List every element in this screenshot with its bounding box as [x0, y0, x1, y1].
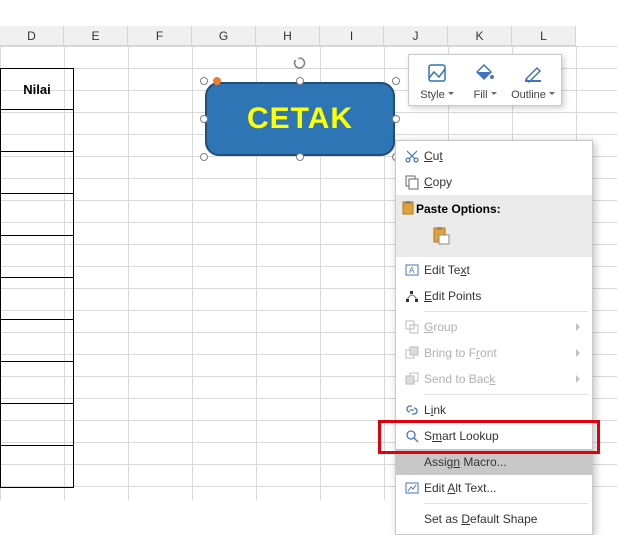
link-icon: [400, 402, 424, 418]
column-header-J[interactable]: J: [384, 26, 448, 46]
menu-assign-macro[interactable]: Assign Macro...: [396, 449, 592, 475]
menu-assign-macro-label: Assign Macro...: [424, 455, 584, 469]
menu-link-label: Link: [424, 403, 584, 417]
menu-edit-text-label: Edit Text: [424, 263, 584, 277]
edit-points-icon: [400, 288, 424, 304]
fill-label: Fill: [463, 89, 507, 101]
chevron-right-icon: [576, 375, 584, 383]
menu-link[interactable]: Link: [396, 397, 592, 423]
table-row[interactable]: [0, 362, 74, 404]
paste-icon: [400, 200, 416, 219]
menu-group: Group: [396, 314, 592, 340]
menu-cut-label: Cut: [424, 149, 584, 163]
column-header-E[interactable]: E: [64, 26, 128, 46]
shape-body[interactable]: CETAK: [205, 82, 395, 156]
outline-label: Outline: [511, 89, 555, 101]
resize-handle[interactable]: [200, 77, 208, 85]
menu-paste-options: Paste Options:: [396, 195, 592, 257]
menu-edit-text[interactable]: A Edit Text: [396, 257, 592, 283]
style-button[interactable]: Style: [415, 59, 459, 101]
paste-as-picture-button[interactable]: [428, 223, 454, 249]
column-header-K[interactable]: K: [448, 26, 512, 46]
resize-handle[interactable]: [296, 77, 304, 85]
rotate-handle-icon[interactable]: [293, 56, 307, 70]
menu-copy-label: Copy: [424, 175, 584, 189]
group-icon: [400, 319, 424, 335]
table-row[interactable]: [0, 320, 74, 362]
shape-text: CETAK: [247, 102, 353, 136]
menu-send-back-label: Send to Back: [424, 372, 576, 386]
menu-smart-lookup-label: Smart Lookup: [424, 429, 584, 443]
resize-handle[interactable]: [296, 153, 304, 161]
cut-icon: [400, 148, 424, 164]
table-row[interactable]: [0, 404, 74, 446]
menu-separator: [424, 503, 588, 504]
outline-icon: [511, 59, 555, 87]
table-row[interactable]: [0, 236, 74, 278]
copy-icon: [400, 174, 424, 190]
menu-cut[interactable]: Cut: [396, 143, 592, 169]
menu-edit-points-label: Edit Points: [424, 289, 584, 303]
shape-cetak[interactable]: CETAK: [205, 82, 395, 156]
menu-default-shape[interactable]: Set as Default Shape: [396, 506, 592, 532]
smart-lookup-icon: [400, 428, 424, 444]
column-header-H[interactable]: H: [256, 26, 320, 46]
style-label: Style: [415, 89, 459, 101]
table-row[interactable]: [0, 152, 74, 194]
paste-options-label: Paste Options:: [416, 202, 501, 216]
column-header-I[interactable]: I: [320, 26, 384, 46]
resize-handle[interactable]: [392, 77, 400, 85]
menu-group-label: Group: [424, 320, 576, 334]
menu-send-back: Send to Back: [396, 366, 592, 392]
menu-smart-lookup[interactable]: Smart Lookup: [396, 423, 592, 449]
table-row[interactable]: [0, 110, 74, 152]
shape-context-menu: Cut Copy Paste Options: A Edit Text Ed: [395, 140, 593, 535]
edit-text-icon: A: [400, 262, 424, 278]
menu-bring-front: Bring to Front: [396, 340, 592, 366]
menu-bring-front-label: Bring to Front: [424, 346, 576, 360]
column-header-F[interactable]: F: [128, 26, 192, 46]
menu-separator: [424, 394, 588, 395]
chevron-right-icon: [576, 349, 584, 357]
nilai-table: Nilai: [0, 68, 74, 488]
menu-edit-alt-text[interactable]: Edit Alt Text...: [396, 475, 592, 501]
table-row[interactable]: [0, 446, 74, 488]
resize-handle[interactable]: [200, 115, 208, 123]
column-header-L[interactable]: L: [512, 26, 576, 46]
svg-text:A: A: [409, 266, 415, 275]
outline-button[interactable]: Outline: [511, 59, 555, 101]
column-header-D[interactable]: D: [0, 26, 64, 46]
style-icon: [415, 59, 459, 87]
fill-button[interactable]: Fill: [463, 59, 507, 101]
nilai-header-cell[interactable]: Nilai: [0, 68, 74, 110]
table-row[interactable]: [0, 278, 74, 320]
menu-default-shape-label: Set as Default Shape: [424, 512, 584, 526]
resize-handle[interactable]: [392, 115, 400, 123]
table-row[interactable]: [0, 194, 74, 236]
menu-edit-points[interactable]: Edit Points: [396, 283, 592, 309]
shape-mini-toolbar: Style Fill Outline: [408, 54, 562, 106]
column-header-G[interactable]: G: [192, 26, 256, 46]
menu-separator: [424, 311, 588, 312]
menu-edit-alt-text-label: Edit Alt Text...: [424, 481, 584, 495]
send-back-icon: [400, 371, 424, 387]
chevron-right-icon: [576, 323, 584, 331]
alt-text-icon: [400, 480, 424, 496]
resize-handle[interactable]: [200, 153, 208, 161]
fill-icon: [463, 59, 507, 87]
connector-handle[interactable]: [213, 77, 221, 85]
menu-copy[interactable]: Copy: [396, 169, 592, 195]
bring-front-icon: [400, 345, 424, 361]
column-header-row: D E F G H I J K L: [0, 26, 576, 46]
